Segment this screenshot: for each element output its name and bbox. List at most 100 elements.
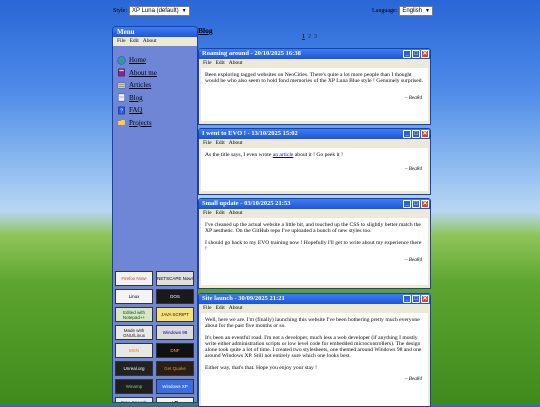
web-badge[interactable]: Winamp — [115, 379, 153, 394]
svg-text:?: ? — [120, 108, 123, 114]
post-menubar: File Edit About — [199, 209, 430, 218]
web-badge[interactable]: Unreal.org — [115, 361, 153, 376]
close-button[interactable]: ✕ — [421, 200, 429, 208]
maximize-button[interactable]: □ — [412, 50, 420, 58]
post-paragraph: Either way, that's that. Hope you enjoy … — [205, 364, 318, 371]
post-title: Roaming around - 20/10/2025 16:38 — [202, 50, 301, 57]
page-link-1[interactable]: 1 — [302, 34, 305, 40]
page-link-2[interactable]: 2 — [308, 34, 311, 40]
web-badge[interactable]: Windows XP — [156, 379, 194, 394]
minimize-button[interactable]: _ — [403, 295, 411, 303]
menubar-edit[interactable]: Edit — [130, 37, 139, 46]
close-button[interactable]: ✕ — [421, 130, 429, 138]
post-paragraph: It's been an eventful road. I'm not a de… — [205, 334, 422, 360]
nav-label-projects: Projects — [129, 118, 152, 127]
nav-item-home[interactable]: Home — [117, 54, 197, 67]
web-badge[interactable]: DOS — [156, 289, 194, 304]
blog-heading-link[interactable]: Blog — [198, 26, 213, 35]
post-menubar: File Edit About — [199, 304, 430, 313]
post-text: As the title says, I even wrote — [205, 152, 273, 158]
nav-label-about-me: About me — [129, 68, 157, 77]
menubar-file[interactable]: File — [203, 139, 212, 148]
menubar-about[interactable]: About — [229, 209, 243, 218]
web-badge[interactable]: Free Speech Forever — [115, 397, 153, 402]
nav-item-articles[interactable]: Articles — [117, 79, 197, 92]
maximize-button[interactable]: □ — [412, 200, 420, 208]
post-paragraph: Been exploring tagged websites on NeoCit… — [205, 72, 423, 85]
article-link[interactable]: an article — [273, 152, 294, 158]
minimize-button[interactable]: _ — [403, 200, 411, 208]
web-badge[interactable]: MSN — [115, 343, 153, 358]
blog-post-window: I went to EVO ! - 13/10/2025 15:02 _ □ ✕… — [198, 128, 431, 195]
web-badge[interactable]: NETSCAPE Now! — [156, 271, 194, 286]
language-select-value: English — [402, 8, 423, 14]
nav-item-faq[interactable]: ? FAQ — [117, 104, 197, 117]
top-bar: Style: XP Luna (default) ▼ Language: Eng… — [0, 6, 540, 16]
language-label: Language: — [372, 8, 398, 14]
menubar-edit[interactable]: Edit — [216, 59, 225, 68]
blog-post-window: Roaming around - 20/10/2025 16:38 _ □ ✕ … — [198, 48, 431, 125]
menubar-file[interactable]: File — [203, 304, 212, 313]
style-select-value: XP Luna (default) — [132, 8, 179, 14]
post-title-bar: Roaming around - 20/10/2025 16:38 _ □ ✕ — [199, 49, 430, 59]
post-title-bar: Small update - 03/10/2025 21:53 _ □ ✕ — [199, 199, 430, 209]
post-body: As the title says, I even wrote an artic… — [201, 148, 428, 191]
folder-icon — [117, 119, 126, 126]
web-badge[interactable]: Made with GNU/Linux — [115, 325, 153, 340]
book-icon — [118, 68, 125, 77]
nav-item-projects[interactable]: Projects — [117, 117, 197, 130]
chevron-down-icon: ▼ — [181, 8, 187, 14]
web-badge[interactable]: Windows 98 — [156, 325, 194, 340]
language-select[interactable]: English ▼ — [399, 6, 433, 16]
web-badge[interactable]: DNF — [156, 343, 194, 358]
web-badge[interactable]: Firefox Now! — [115, 271, 153, 286]
web-badge[interactable]: Linux — [115, 289, 153, 304]
style-selector: Style: XP Luna (default) ▼ — [113, 6, 190, 16]
close-button[interactable]: ✕ — [421, 50, 429, 58]
menubar-about[interactable]: About — [229, 304, 243, 313]
maximize-button[interactable]: □ — [412, 130, 420, 138]
globe-icon — [117, 56, 126, 65]
style-label: Style: — [113, 8, 128, 14]
nav-item-about-me[interactable]: About me — [117, 67, 197, 80]
web-badge[interactable]: Edited with Notepad++ — [115, 307, 153, 322]
post-title: Small update - 03/10/2025 21:53 — [202, 200, 291, 207]
menubar-file[interactable]: File — [203, 209, 212, 218]
notepad-icon — [118, 93, 125, 102]
page-link-3[interactable]: 3 — [314, 34, 317, 40]
menubar-file[interactable]: File — [203, 59, 212, 68]
blog-post-window: Site launch - 30/09/2025 21:21 _ □ ✕ Fil… — [198, 293, 431, 407]
post-paragraph: I've cleaned up the actual website a lit… — [205, 222, 421, 235]
post-paragraph: Well, here we are. I'm (finally) launchi… — [205, 317, 420, 330]
badge-grid: Firefox Now! NETSCAPE Now! Linux DOS Edited … — [115, 271, 195, 402]
maximize-button[interactable]: □ — [412, 295, 420, 303]
pagination: 1 2 3 — [302, 34, 317, 40]
web-badge[interactable]: I ❤ download.com — [156, 397, 194, 402]
style-select[interactable]: XP Luna (default) ▼ — [129, 6, 190, 16]
post-body: Been exploring tagged websites on NeoCit… — [201, 68, 428, 121]
web-badge[interactable]: Get Quake — [156, 361, 194, 376]
menubar-file[interactable]: File — [117, 37, 126, 46]
web-badge[interactable]: JAVA SCRIPT — [156, 307, 194, 322]
post-title: I went to EVO ! - 13/10/2025 15:02 — [202, 130, 298, 137]
menubar-about[interactable]: About — [229, 139, 243, 148]
menu-window: Menu File Edit About Home About me Artic… — [112, 26, 198, 403]
minimize-button[interactable]: _ — [403, 130, 411, 138]
articles-icon — [117, 82, 126, 89]
help-book-icon: ? — [118, 106, 125, 114]
post-body: I've cleaned up the actual website a lit… — [201, 218, 428, 285]
blog-post-window: Small update - 03/10/2025 21:53 _ □ ✕ Fi… — [198, 198, 431, 289]
post-title-bar: Site launch - 30/09/2025 21:21 _ □ ✕ — [199, 294, 430, 304]
nav-item-blog[interactable]: Blog — [117, 92, 197, 105]
close-button[interactable]: ✕ — [421, 295, 429, 303]
menubar-about[interactable]: About — [143, 37, 157, 46]
nav-label-articles: Articles — [129, 81, 152, 90]
menubar-edit[interactable]: Edit — [216, 209, 225, 218]
menu-window-menubar: File Edit About — [113, 37, 197, 46]
menubar-about[interactable]: About — [229, 59, 243, 68]
nav-label-home: Home — [129, 56, 147, 65]
minimize-button[interactable]: _ — [403, 50, 411, 58]
menubar-edit[interactable]: Edit — [216, 304, 225, 313]
language-selector: Language: English ▼ — [372, 6, 433, 16]
menubar-edit[interactable]: Edit — [216, 139, 225, 148]
